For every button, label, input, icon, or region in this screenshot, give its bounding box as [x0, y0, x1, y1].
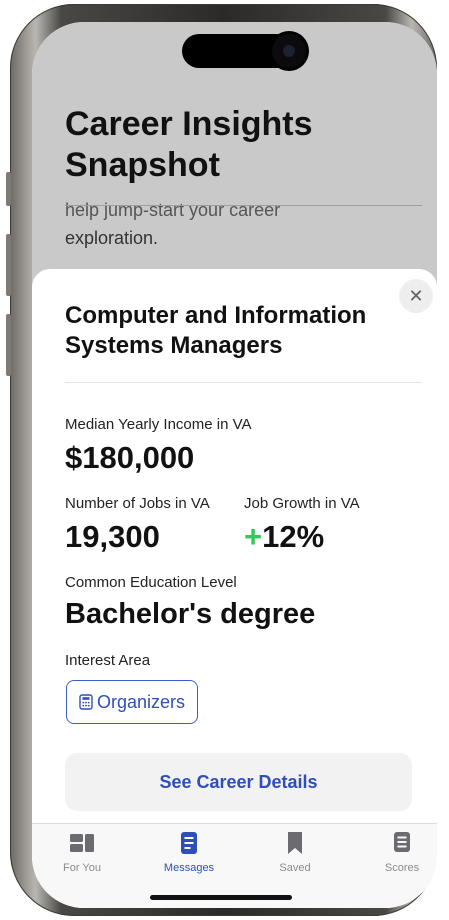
intro-text-partial: help jump-start your career — [65, 200, 281, 220]
interest-label: Interest Area — [65, 652, 151, 669]
calculator-icon — [79, 694, 93, 710]
tab-label-for-you: For You — [63, 862, 101, 874]
education-value: Bachelor's degree — [65, 598, 316, 630]
dynamic-island — [182, 34, 306, 68]
volume-up-button — [6, 234, 11, 296]
jobs-value: 19,300 — [65, 519, 160, 554]
jobs-label: Number of Jobs in VA — [65, 495, 210, 512]
interest-chip[interactable]: Organizers — [66, 680, 198, 724]
sheet-divider — [65, 382, 422, 383]
growth-value-wrap: +12% — [244, 519, 324, 555]
career-title: Computer and Information Systems Manager… — [65, 302, 367, 359]
screen: Career Insights Snapshot help jump-start… — [32, 22, 437, 908]
growth-sign: + — [244, 519, 263, 554]
tab-scores[interactable]: Scores — [362, 830, 437, 874]
career-sheet: ✕ Computer and Information Systems Manag… — [32, 269, 437, 908]
volume-down-button — [6, 314, 11, 376]
phone-frame: Career Insights Snapshot help jump-start… — [6, 4, 437, 916]
tab-messages[interactable]: Messages — [149, 830, 229, 874]
tab-for-you[interactable]: For You — [42, 830, 122, 874]
growth-label: Job Growth in VA — [244, 495, 360, 512]
income-label: Median Yearly Income in VA — [65, 416, 252, 433]
tab-label-saved: Saved — [279, 862, 311, 874]
interest-chip-label: Organizers — [96, 691, 186, 712]
see-career-details-button[interactable]: See Career Details — [65, 753, 412, 811]
page-title: Career Insights Snapshot — [65, 105, 313, 184]
intro-text-end: exploration. — [65, 228, 159, 248]
grid-icon — [70, 834, 94, 852]
bookmark-icon — [288, 832, 302, 854]
tab-saved[interactable]: Saved — [255, 830, 335, 874]
tab-label-messages: Messages — [163, 862, 215, 874]
title-divider — [65, 205, 422, 206]
education-label: Common Education Level — [65, 574, 237, 591]
scores-icon — [394, 832, 410, 852]
income-value: $180,000 — [65, 440, 195, 475]
tab-bar: For You Messages Saved Scores — [32, 823, 437, 908]
camera-icon — [272, 34, 306, 68]
home-indicator[interactable] — [150, 895, 292, 900]
tab-label-scores: Scores — [384, 862, 420, 874]
action-button — [6, 172, 11, 206]
growth-value: 12% — [262, 519, 325, 554]
message-icon — [181, 832, 197, 854]
